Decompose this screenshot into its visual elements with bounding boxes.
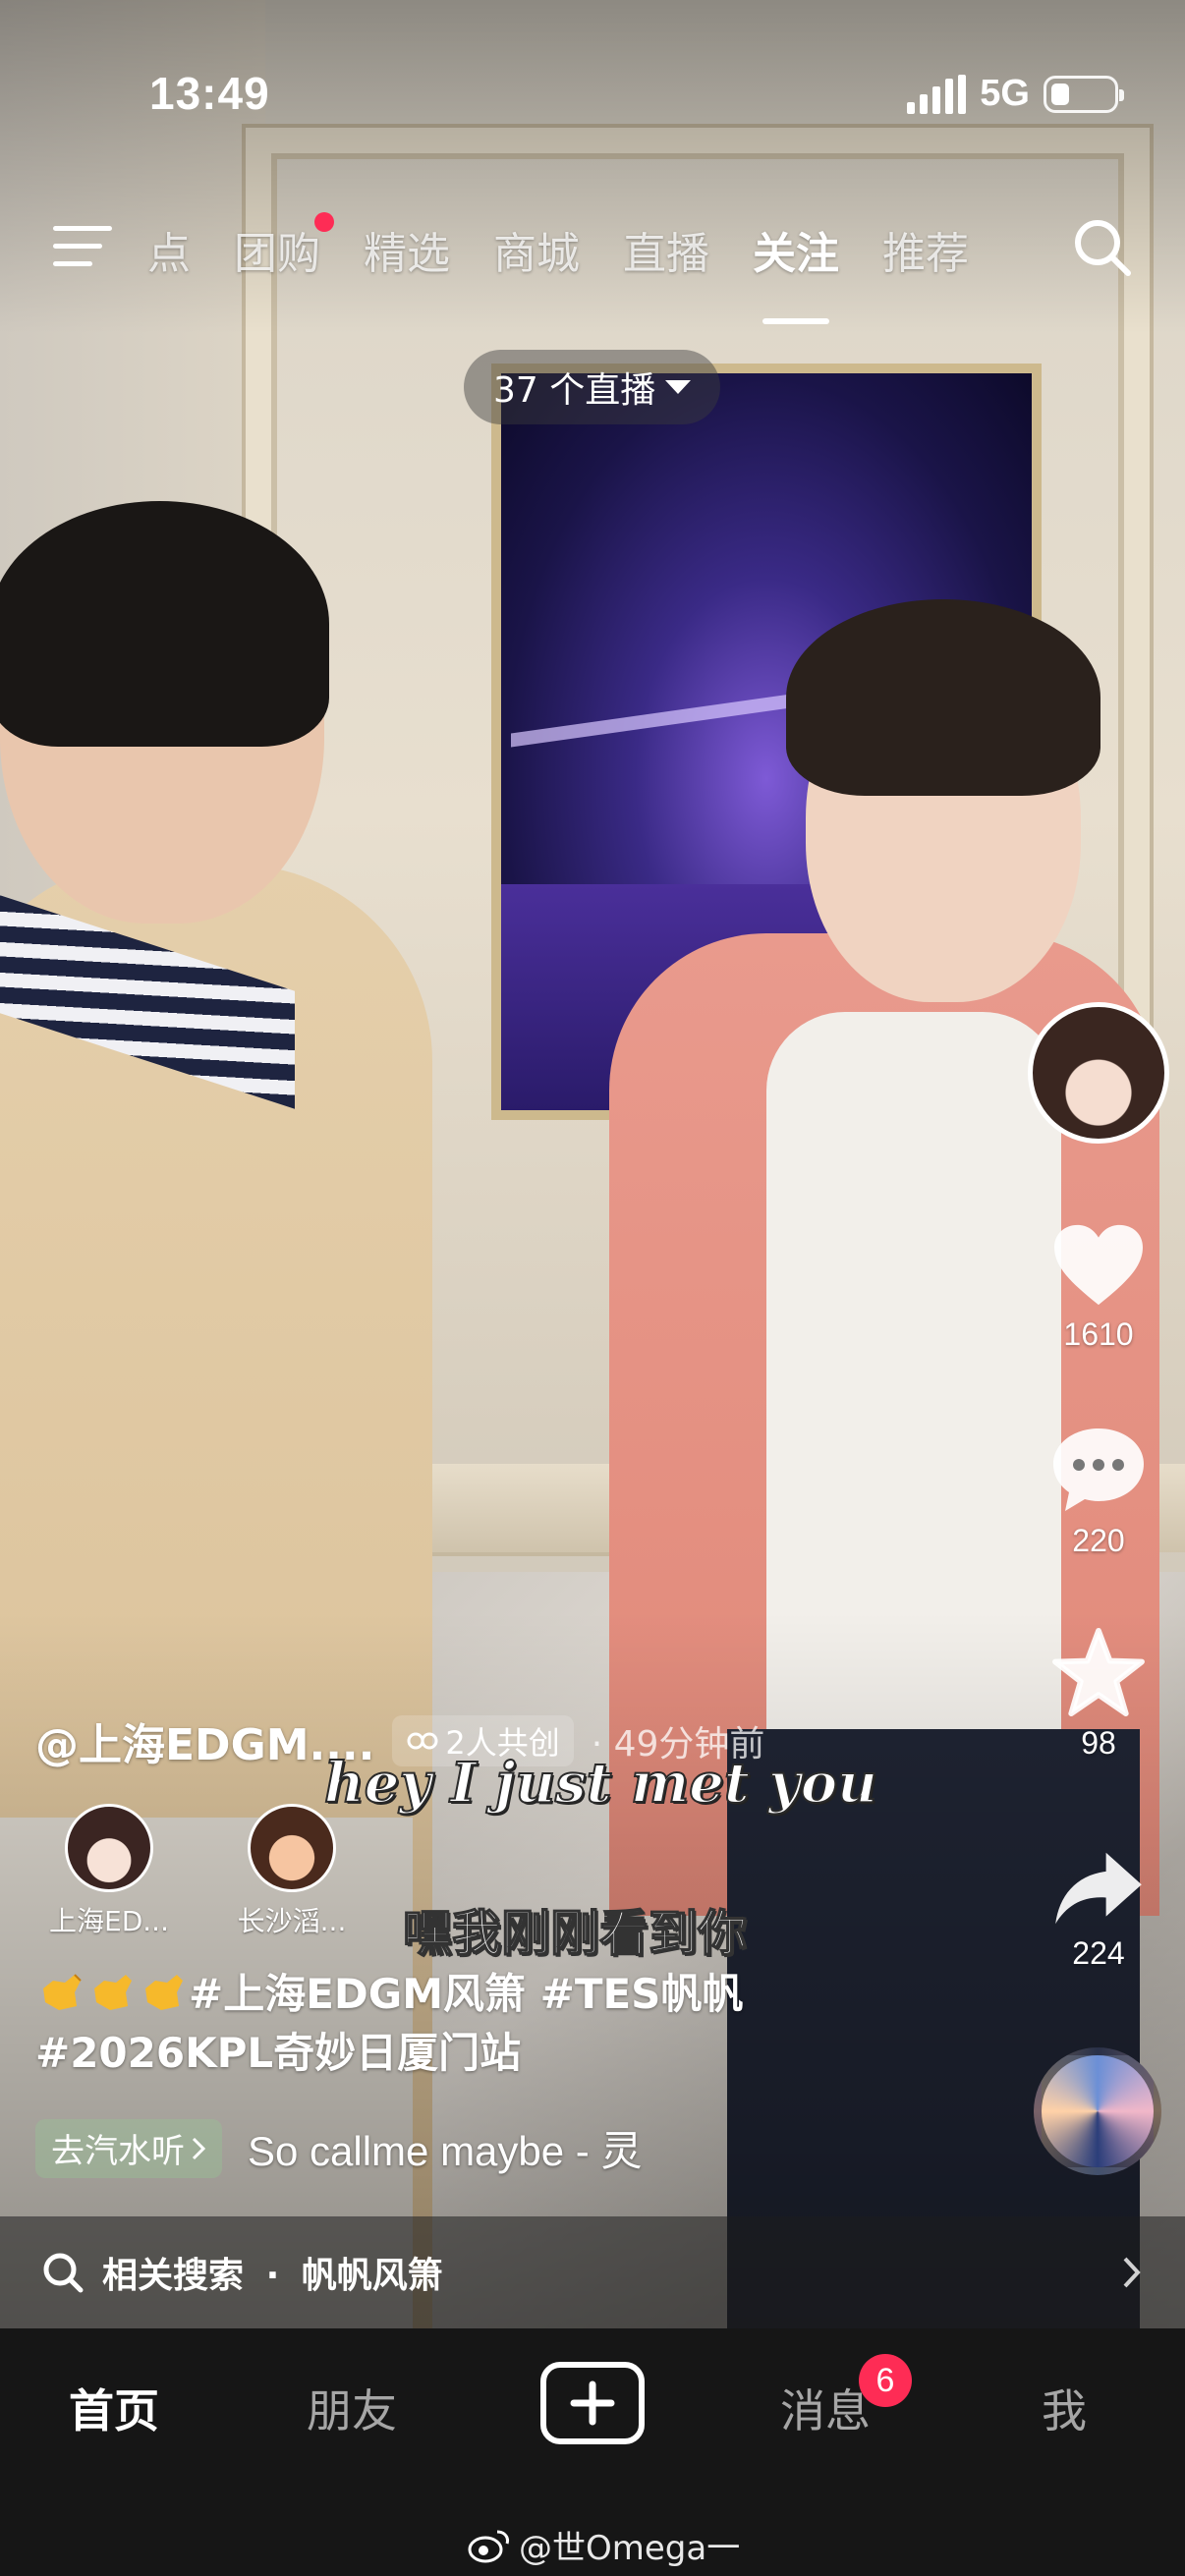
- status-time: 13:49: [149, 68, 270, 119]
- comment-button[interactable]: 220: [1026, 1425, 1171, 1559]
- nav-messages[interactable]: 消息: [780, 2376, 871, 2440]
- watermark: @世Omega一: [468, 2521, 740, 2569]
- search-icon: [43, 2253, 84, 2293]
- call-me-hand-emoji-icon: [145, 1975, 183, 2010]
- description-line: #上海EDGM风箫 #TES帆帆: [189, 1970, 744, 2018]
- music-row: 去汽水听 So callme maybe - 灵: [35, 2118, 642, 2178]
- tab-group-buy[interactable]: 团购: [234, 212, 334, 281]
- nav-home[interactable]: 首页: [69, 2376, 159, 2440]
- music-disc-icon[interactable]: [1034, 2047, 1161, 2175]
- network-type: 5G: [980, 73, 1030, 114]
- messages-badge: 6: [859, 2354, 912, 2407]
- tab-mall[interactable]: 商城: [493, 218, 580, 281]
- chevron-right-icon: [1123, 2257, 1141, 2288]
- related-search-bar[interactable]: 相关搜索 · 帆帆风箫: [0, 2216, 1185, 2328]
- coauthor-list: 上海ED... 长沙滔...: [35, 1804, 366, 1939]
- video-person: [786, 599, 1100, 796]
- nav-friends[interactable]: 朋友: [307, 2376, 397, 2440]
- weibo-icon: [468, 2530, 509, 2562]
- favorite-button[interactable]: 98: [1026, 1627, 1171, 1762]
- tab-recommend[interactable]: 推荐: [882, 218, 969, 281]
- status-indicators: 5G: [907, 73, 1124, 115]
- tab-live[interactable]: 直播: [623, 218, 709, 281]
- music-title[interactable]: So callme maybe - 灵: [248, 2118, 642, 2178]
- listen-on-qishui-button[interactable]: 去汽水听: [35, 2118, 222, 2178]
- chevron-right-icon: [192, 2137, 206, 2159]
- tab-dian[interactable]: 点: [147, 218, 191, 281]
- video-description[interactable]: #上海EDGM风箫 #TES帆帆 #2026KPL奇妙日厦门站: [35, 1965, 802, 2083]
- notification-dot: [314, 212, 334, 232]
- live-count-pill[interactable]: 37 个直播: [464, 350, 721, 424]
- avatar: [248, 1804, 336, 1892]
- watermark-text: @世Omega一: [519, 2529, 741, 2568]
- video-subtitle-chinese: 嘿我刚刚看到你: [402, 1904, 748, 1963]
- create-button[interactable]: [540, 2362, 645, 2444]
- share-button[interactable]: 224: [1026, 1849, 1171, 1972]
- star-icon: [1052, 1627, 1145, 1717]
- coauthor-name: 长沙滔...: [237, 1905, 347, 1937]
- share-icon: [1055, 1852, 1142, 1925]
- like-count: 1610: [1063, 1316, 1134, 1352]
- share-count: 224: [1072, 1935, 1125, 1971]
- coauthor-name: 上海ED...: [49, 1905, 169, 1937]
- link-icon: [407, 1732, 438, 1750]
- menu-icon[interactable]: [53, 224, 112, 269]
- tab-featured[interactable]: 精选: [364, 218, 450, 281]
- nav-me[interactable]: 我: [1042, 2376, 1087, 2440]
- heart-icon: [1054, 1224, 1143, 1306]
- author-avatar[interactable]: [1028, 1002, 1169, 1144]
- favorite-count: 98: [1081, 1725, 1116, 1761]
- video-person: [0, 501, 329, 747]
- call-me-hand-emoji-icon: [43, 1974, 82, 2010]
- music-chip-label: 去汽水听: [51, 2132, 185, 2171]
- tab-following[interactable]: 关注: [753, 218, 839, 324]
- caret-down-icon: [665, 380, 692, 394]
- like-button[interactable]: 1610: [1026, 1222, 1171, 1353]
- coauthor-item[interactable]: 上海ED...: [35, 1804, 183, 1939]
- video-overlay: [0, 0, 1185, 334]
- plus-icon: [570, 2380, 615, 2426]
- related-search-label: 相关搜索 · 帆帆风箫: [102, 2256, 443, 2296]
- description-line: #2026KPL奇妙日厦门站: [35, 2029, 522, 2077]
- call-me-hand-emoji-icon: [94, 1975, 132, 2010]
- video-subtitle-english: hey I just met you: [323, 1750, 878, 1817]
- search-icon[interactable]: [1071, 216, 1134, 279]
- comment-icon: [1053, 1428, 1144, 1511]
- top-tabs: 点 团购 精选 商城 直播 关注 推荐: [147, 212, 1012, 324]
- signal-icon: [907, 74, 967, 114]
- battery-icon: [1044, 75, 1124, 113]
- avatar: [65, 1804, 153, 1892]
- comment-count: 220: [1072, 1523, 1125, 1558]
- live-count-label: 37 个直播: [493, 370, 656, 411]
- coauthor-item[interactable]: 长沙滔...: [218, 1804, 366, 1939]
